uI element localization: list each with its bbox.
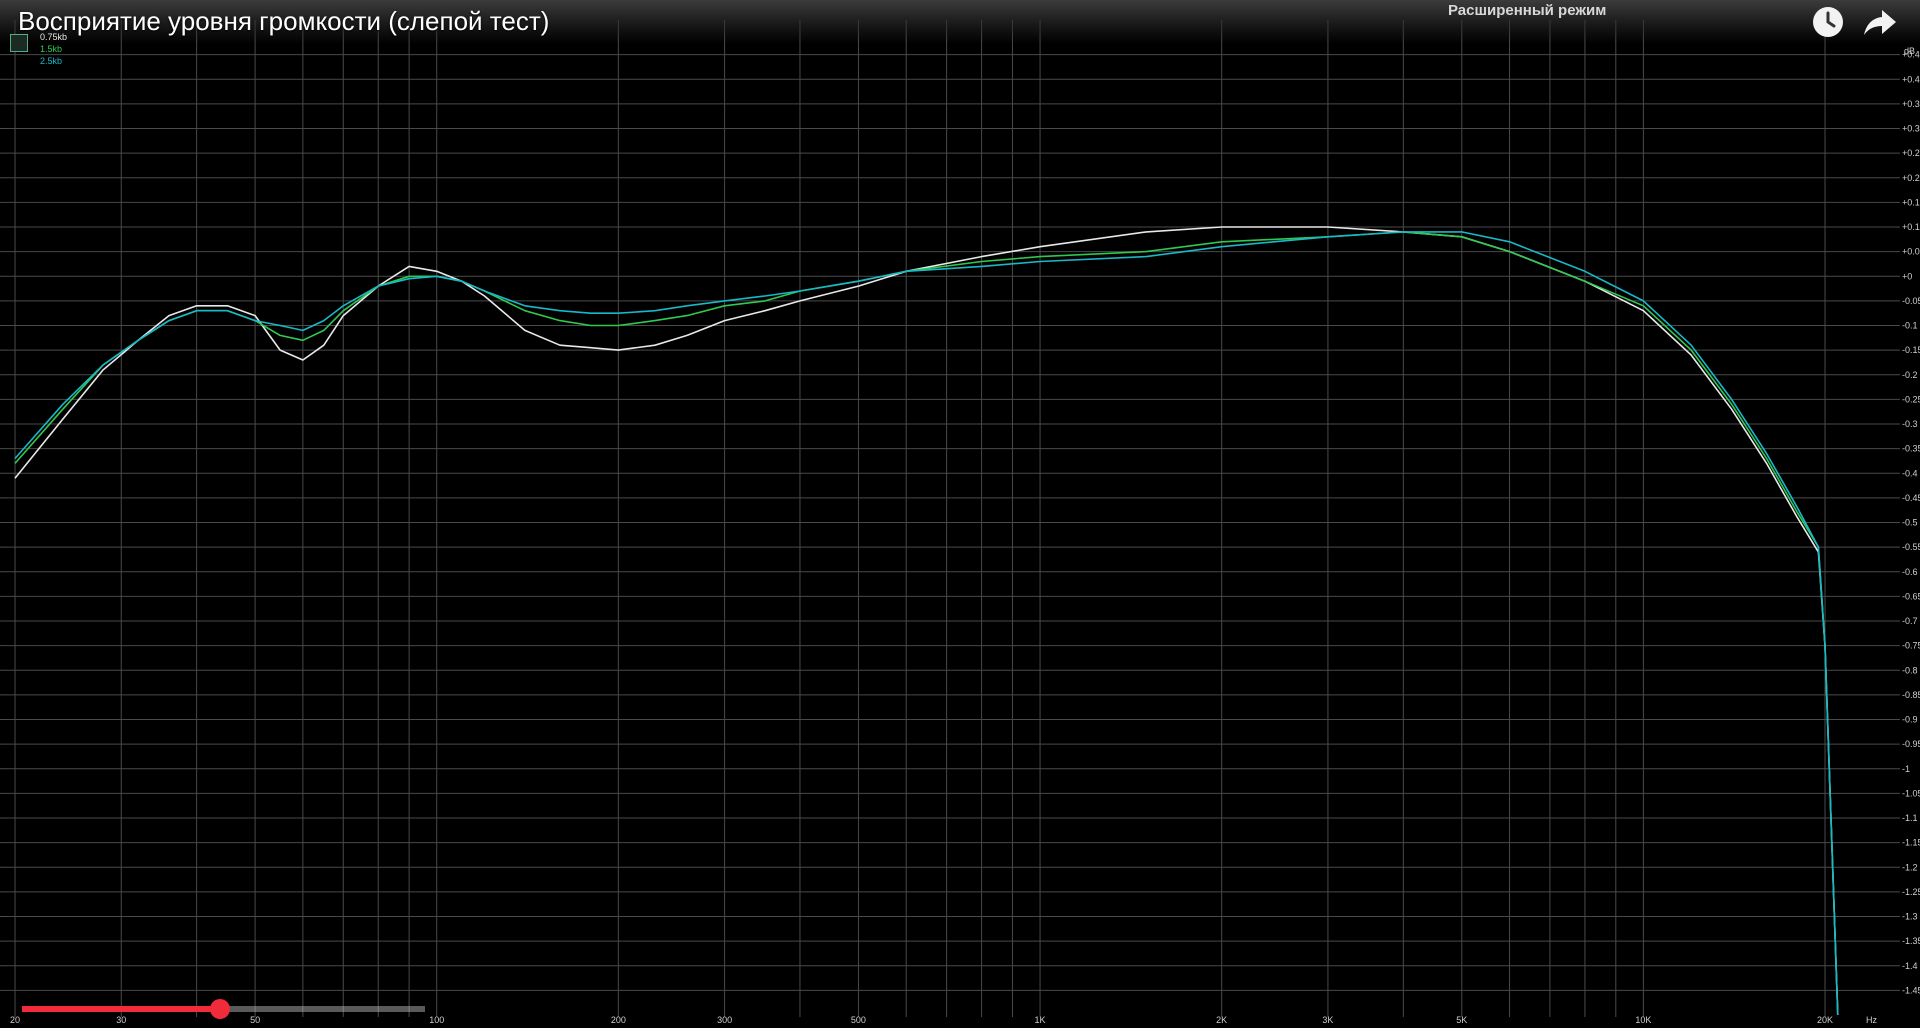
x-tick-label: 200 [611,1015,626,1025]
progress-played [22,1006,221,1012]
legend-item: 2.5kb [40,56,63,66]
y-tick-label: +0.35 [1902,99,1920,109]
y-tick-label: -1.15 [1902,838,1920,848]
x-tick-label: 1K [1035,1015,1046,1025]
y-tick-label: -0.85 [1902,690,1920,700]
share-button[interactable] [1862,4,1898,40]
y-tick-label: +0.1 [1902,222,1920,232]
y-tick-label: -0.35 [1902,444,1920,454]
y-tick-label: -1.25 [1902,887,1920,897]
chart-legend: 0.75kb 1.5kb 2.5kb [40,31,67,67]
y-tick-label: -0.55 [1902,542,1920,552]
y-tick-label: -0.65 [1902,591,1920,601]
y-tick-label: -1.45 [1902,985,1920,995]
y-tick-label: -0.8 [1902,665,1918,675]
y-tick-label: -1.1 [1902,813,1918,823]
x-tick-label: 300 [717,1015,732,1025]
y-tick-label: -1.35 [1902,936,1920,946]
y-tick-label: +0.4 [1902,74,1920,84]
video-progress-bar[interactable] [22,999,1702,1019]
y-tick-label: +0.15 [1902,197,1920,207]
y-tick-label: -0.6 [1902,567,1918,577]
x-axis-unit-label: Hz [1866,1015,1877,1025]
frequency-response-chart: 2030501002003005001K2K3K5K10K20K +0.45+0… [0,0,1920,1028]
y-tick-label: -0.45 [1902,493,1920,503]
y-tick-label: -0.15 [1902,345,1920,355]
legend-item: 1.5kb [40,44,63,54]
x-tick-label: 20K [1817,1015,1833,1025]
y-tick-label: -0.95 [1902,739,1920,749]
legend-item: 0.75kb [40,32,68,42]
y-axis-unit-label: dB [1904,46,1915,56]
y-tick-label: -1.2 [1902,862,1918,872]
y-tick-label: -0.25 [1902,394,1920,404]
y-tick-label: -0.5 [1902,518,1918,528]
y-tick-label: +0.25 [1902,148,1920,158]
y-tick-label: -0.4 [1902,468,1918,478]
y-tick-label: -0.1 [1902,321,1918,331]
watch-later-button[interactable] [1810,4,1846,40]
x-tick-label: 3K [1322,1015,1333,1025]
y-tick-label: -0.75 [1902,641,1920,651]
y-tick-label: -1.3 [1902,912,1918,922]
x-tick-label: 30 [116,1015,126,1025]
y-tick-label: -0.05 [1902,296,1920,306]
clock-icon [1813,7,1843,37]
share-arrow-icon [1864,10,1896,35]
y-tick-label: -0.9 [1902,715,1918,725]
x-tick-label: 5K [1456,1015,1467,1025]
x-tick-label: 20 [10,1015,20,1025]
y-tick-label: +0 [1902,271,1912,281]
y-tick-label: -1 [1902,764,1910,774]
y-tick-label: -0.2 [1902,370,1918,380]
video-title[interactable]: Восприятие уровня громкости (слепой тест… [18,6,549,37]
spectrum-icon[interactable] [10,34,28,52]
x-tick-label: 2K [1216,1015,1227,1025]
advanced-mode-label[interactable]: Расширенный режим [1448,2,1606,19]
x-tick-label: 10K [1635,1015,1651,1025]
y-tick-label: +0.3 [1902,124,1920,134]
y-tick-label: +0.2 [1902,173,1920,183]
x-tick-label: 500 [851,1015,866,1025]
y-tick-label: -0.7 [1902,616,1918,626]
y-tick-label: -0.3 [1902,419,1918,429]
x-tick-label: 100 [429,1015,444,1025]
x-tick-label: 50 [250,1015,260,1025]
y-tick-label: -1.4 [1902,961,1918,971]
y-tick-label: +0.05 [1902,247,1920,257]
y-tick-label: -1.05 [1902,788,1920,798]
